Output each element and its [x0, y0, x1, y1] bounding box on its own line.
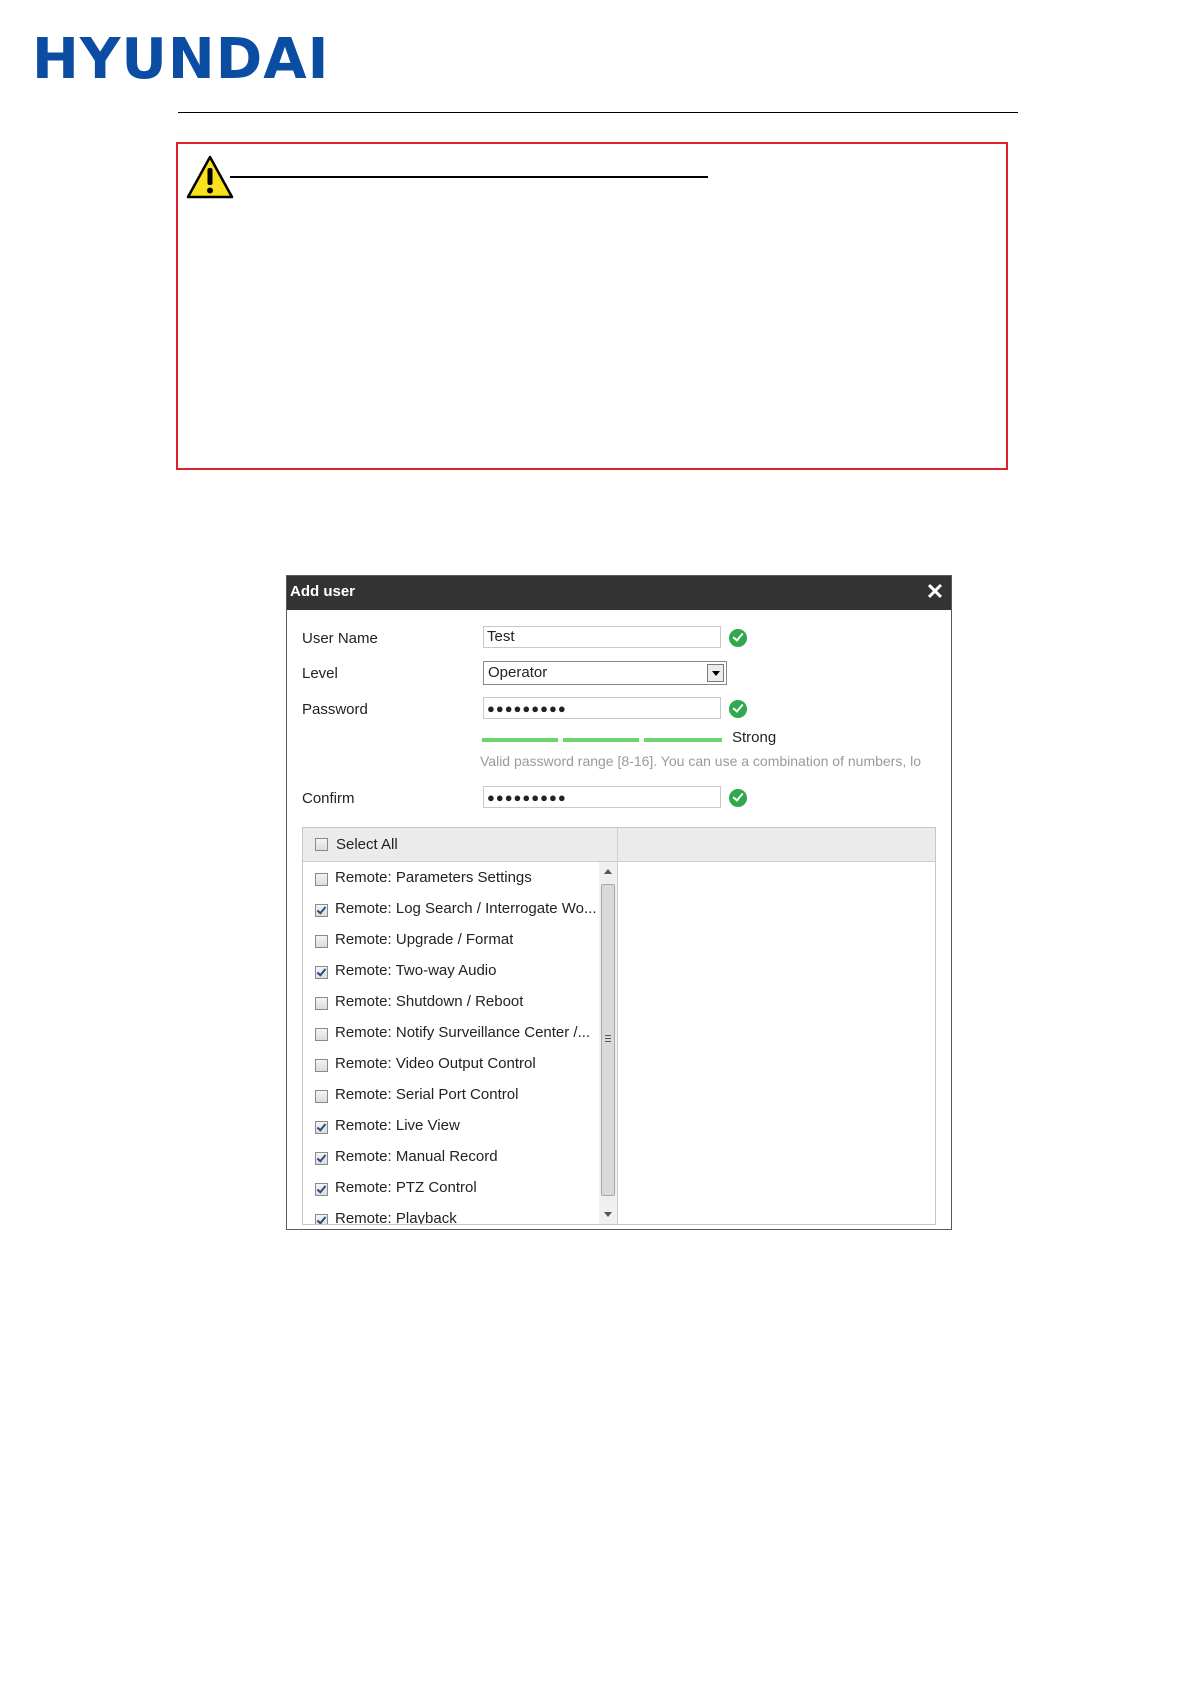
permission-checkbox[interactable] — [315, 904, 328, 917]
permission-item[interactable]: Remote: Shutdown / Reboot — [303, 986, 599, 1017]
select-all-checkbox[interactable] — [315, 838, 328, 851]
scroll-down-icon[interactable] — [599, 1206, 617, 1224]
close-icon[interactable]: ✕ — [923, 580, 947, 604]
permission-header: Select All — [303, 828, 935, 862]
permission-item[interactable]: Remote: Two-way Audio — [303, 955, 599, 986]
level-label: Level — [302, 665, 338, 682]
permission-column-divider — [617, 828, 618, 1224]
permission-label: Remote: Live View — [335, 1117, 460, 1134]
permission-item[interactable]: Remote: Video Output Control — [303, 1048, 599, 1079]
permission-item[interactable]: Remote: Serial Port Control — [303, 1079, 599, 1110]
permission-item[interactable]: Remote: Live View — [303, 1110, 599, 1141]
permission-checkbox[interactable] — [315, 873, 328, 886]
select-all-label: Select All — [336, 836, 398, 853]
user-name-valid-icon — [729, 629, 747, 647]
permission-label: Remote: Notify Surveillance Center /... — [335, 1024, 591, 1041]
password-hint: Valid password range [8-16]. You can use… — [480, 753, 922, 769]
permission-item[interactable]: Remote: PTZ Control — [303, 1172, 599, 1203]
confirm-input[interactable]: ●●●●●●●●● — [483, 786, 721, 808]
hyundai-logo: HYUNDAI — [32, 27, 330, 92]
permission-checkbox[interactable] — [315, 1183, 328, 1196]
permission-checkbox[interactable] — [315, 1121, 328, 1134]
password-valid-icon — [729, 700, 747, 718]
permission-checkbox[interactable] — [315, 1028, 328, 1041]
permission-label: Remote: Parameters Settings — [335, 869, 532, 886]
warning-title-rule — [230, 176, 708, 178]
header-rule — [178, 112, 1018, 113]
permission-item[interactable]: Remote: Parameters Settings — [303, 862, 599, 893]
strength-bar-2 — [563, 738, 639, 742]
permission-list: Remote: Parameters Settings Remote: Log … — [303, 862, 599, 1224]
password-label: Password — [302, 701, 368, 718]
confirm-valid-icon — [729, 789, 747, 807]
warning-box — [176, 142, 1008, 470]
permission-item[interactable]: Remote: Playback — [303, 1203, 599, 1224]
dialog-titlebar: Add user ✕ — [287, 576, 951, 610]
add-user-dialog: Add user ✕ User Name Test Level Operator… — [286, 575, 952, 1230]
permission-label: Remote: Serial Port Control — [335, 1086, 519, 1103]
permission-item[interactable]: Remote: Manual Record — [303, 1141, 599, 1172]
permission-checkbox[interactable] — [315, 935, 328, 948]
permission-checkbox[interactable] — [315, 1090, 328, 1103]
strength-bar-1 — [482, 738, 558, 742]
permission-label: Remote: Manual Record — [335, 1148, 498, 1165]
permission-label: Remote: Two-way Audio — [335, 962, 497, 979]
permission-checkbox[interactable] — [315, 1152, 328, 1165]
permission-label: Remote: Playback — [335, 1210, 457, 1224]
warning-icon — [186, 155, 234, 199]
user-name-label: User Name — [302, 630, 378, 647]
level-select-value: Operator — [488, 664, 548, 681]
permission-label: Remote: PTZ Control — [335, 1179, 477, 1196]
permission-scrollbar[interactable] — [599, 862, 617, 1224]
password-input[interactable]: ●●●●●●●●● — [483, 697, 721, 719]
user-name-input[interactable]: Test — [483, 626, 721, 648]
permission-label: Remote: Shutdown / Reboot — [335, 993, 524, 1010]
permission-item[interactable]: Remote: Notify Surveillance Center /... — [303, 1017, 599, 1048]
permission-checkbox[interactable] — [315, 1214, 328, 1224]
permission-label: Remote: Upgrade / Format — [335, 931, 514, 948]
permission-checkbox[interactable] — [315, 1059, 328, 1072]
strength-bar-3 — [644, 738, 722, 742]
grip-icon — [605, 1035, 611, 1036]
permission-checkbox[interactable] — [315, 966, 328, 979]
password-strength-label: Strong — [732, 729, 777, 746]
level-select[interactable]: Operator — [483, 661, 727, 685]
confirm-label: Confirm — [302, 790, 355, 807]
scroll-up-icon[interactable] — [599, 862, 617, 880]
permission-item[interactable]: Remote: Log Search / Interrogate Wo... — [303, 893, 599, 924]
permission-label: Remote: Log Search / Interrogate Wo... — [335, 900, 597, 917]
permission-item[interactable]: Remote: Upgrade / Format — [303, 924, 599, 955]
permission-label: Remote: Video Output Control — [335, 1055, 536, 1072]
permission-checkbox[interactable] — [315, 997, 328, 1010]
scroll-thumb[interactable] — [601, 884, 615, 1196]
chevron-down-icon[interactable] — [707, 664, 724, 682]
permission-panel: Select All Remote: Parameters Settings R… — [302, 827, 936, 1225]
dialog-title: Add user — [290, 583, 356, 600]
